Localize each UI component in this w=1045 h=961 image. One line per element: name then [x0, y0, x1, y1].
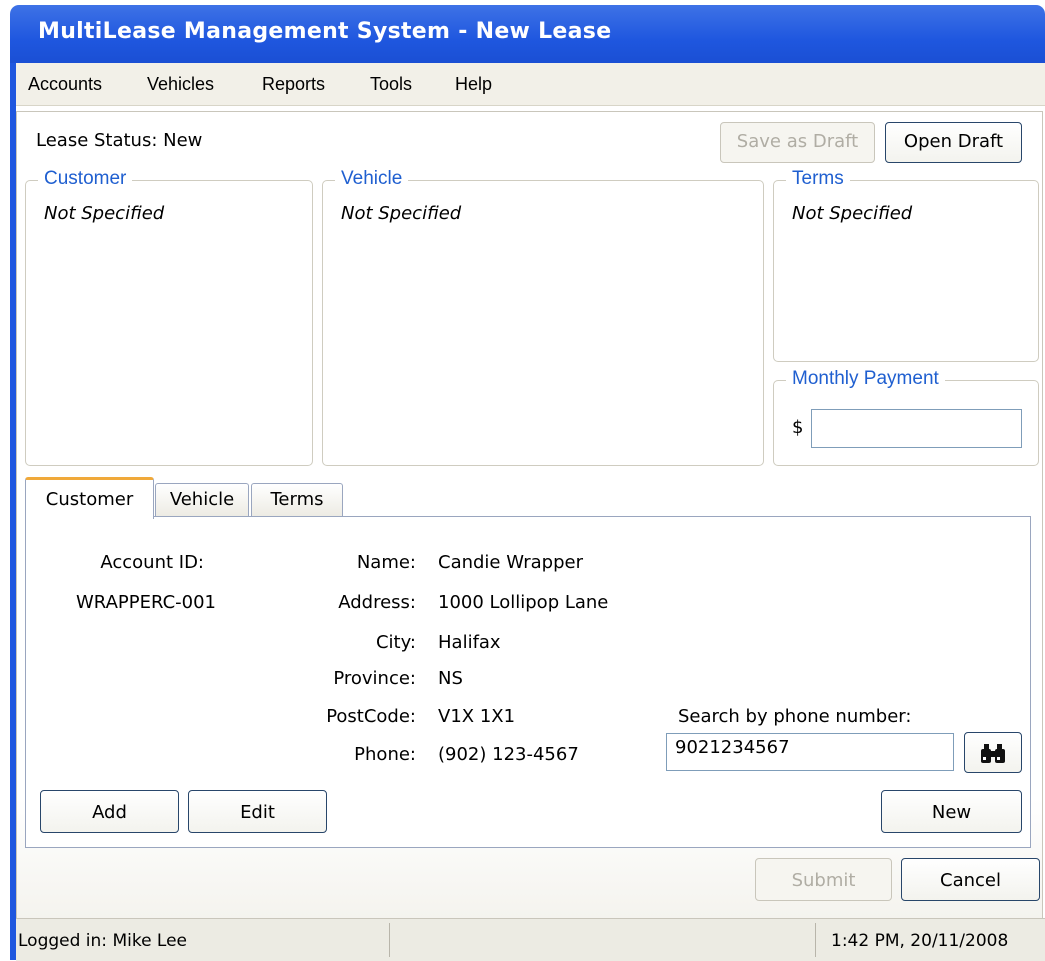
menu-vehicles[interactable]: Vehicles [147, 74, 214, 95]
customer-group: Customer Not Specified [25, 168, 313, 466]
cancel-button[interactable]: Cancel [901, 858, 1040, 901]
title-bar[interactable]: MultiLease Management System - New Lease [10, 5, 1045, 63]
name-value: Candie Wrapper [438, 552, 583, 573]
status-bar: Logged in: Mike Lee 1:42 PM, 20/11/2008 [16, 918, 1045, 961]
monthly-payment-title: Monthly Payment [786, 368, 945, 390]
phone-label: Phone: [354, 744, 416, 765]
menu-help[interactable]: Help [455, 74, 492, 95]
account-id-value: WRAPPERC-001 [76, 592, 217, 613]
menu-tools[interactable]: Tools [370, 74, 412, 95]
monthly-payment-input[interactable] [811, 409, 1022, 448]
menu-accounts[interactable]: Accounts [28, 74, 102, 95]
postcode-label: PostCode: [326, 706, 416, 727]
logged-in-user: Logged in: Mike Lee [18, 931, 188, 951]
open-draft-button[interactable]: Open Draft [885, 122, 1022, 163]
name-label: Name: [356, 552, 416, 573]
tab-vehicle[interactable]: Vehicle [155, 483, 249, 518]
currency-symbol: $ [792, 417, 804, 438]
window-title: MultiLease Management System - New Lease [38, 19, 612, 44]
tab-terms[interactable]: Terms [251, 483, 343, 518]
add-button[interactable]: Add [40, 790, 179, 833]
menu-bar: Accounts Vehicles Reports Tools Help [16, 63, 1045, 106]
menu-reports[interactable]: Reports [262, 74, 325, 95]
search-phone-label: Search by phone number: [678, 706, 912, 727]
submit-button[interactable]: Submit [755, 858, 892, 901]
tab-customer[interactable]: Customer [25, 477, 154, 519]
app-window: MultiLease Management System - New Lease… [0, 0, 1045, 961]
phone-search-input[interactable]: 9021234567 [666, 733, 954, 771]
status-divider [815, 923, 816, 957]
customer-summary: Not Specified [44, 203, 165, 224]
terms-group-title: Terms [786, 168, 850, 190]
lease-status: Lease Status: New [36, 130, 203, 151]
account-id-label: Account ID: [100, 552, 204, 573]
search-button[interactable] [964, 732, 1022, 773]
city-label: City: [375, 632, 416, 653]
vehicle-group-title: Vehicle [335, 168, 409, 190]
province-label: Province: [333, 668, 416, 689]
address-label: Address: [338, 592, 416, 613]
address-value: 1000 Lollipop Lane [438, 592, 609, 613]
terms-summary: Not Specified [792, 203, 913, 224]
binoculars-icon [981, 744, 1005, 763]
terms-group: Terms Not Specified [773, 168, 1039, 362]
customer-group-title: Customer [38, 168, 133, 190]
city-value: Halifax [438, 632, 501, 653]
save-draft-button[interactable]: Save as Draft [720, 122, 875, 163]
province-value: NS [438, 668, 463, 689]
postcode-value: V1X 1X1 [438, 706, 516, 727]
vehicle-summary: Not Specified [341, 203, 462, 224]
status-datetime: 1:42 PM, 20/11/2008 [831, 931, 1009, 951]
edit-button[interactable]: Edit [188, 790, 327, 833]
new-customer-button[interactable]: New [881, 790, 1022, 833]
vehicle-group: Vehicle Not Specified [322, 168, 764, 466]
phone-value: (902) 123-4567 [438, 744, 579, 765]
status-divider [389, 923, 390, 957]
